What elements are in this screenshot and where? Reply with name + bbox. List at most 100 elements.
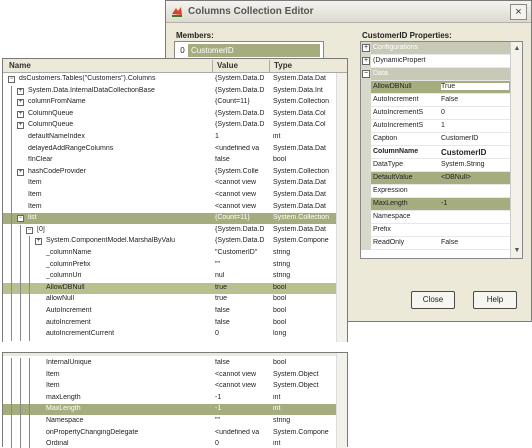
help-button[interactable]: Help <box>473 291 517 309</box>
expand-icon[interactable]: + <box>35 238 42 246</box>
watch-value: false <box>215 307 230 314</box>
property-name: AutoIncrement <box>373 96 419 103</box>
value-column-header[interactable]: Value <box>217 61 238 70</box>
collapse-icon[interactable]: − <box>8 76 15 83</box>
watch-row[interactable]: autoIncrement false bool <box>3 317 336 330</box>
property-row[interactable]: AutoIncrementS 1 <box>361 120 510 133</box>
watch-row[interactable]: onPropertyChangingDelegate <undefined va S… <box>3 427 336 440</box>
watch-scrollbar-continued[interactable] <box>336 353 347 448</box>
watch-row[interactable]: + ColumnQueue {System.Data.D System.Data.Co… <box>3 120 336 133</box>
property-value[interactable]: CustomerID <box>441 135 509 142</box>
property-row[interactable]: ReadOnly False <box>361 237 510 250</box>
watch-row[interactable]: _columnPrefix "" string <box>3 259 336 272</box>
property-row[interactable]: + (DynamicPropert <box>361 55 510 68</box>
property-value[interactable]: 1 <box>441 122 509 129</box>
watch-row[interactable]: + hashCodeProvider {System.Colle System.Col… <box>3 166 336 179</box>
expand-icon[interactable]: + <box>362 44 370 52</box>
scroll-down-icon[interactable]: ▼ <box>512 246 522 256</box>
watch-row[interactable]: AutoIncrement false bool <box>3 306 336 318</box>
watch-row[interactable]: MaxLength -1 int <box>3 404 336 417</box>
watch-row[interactable]: defaultNameIndex 1 int <box>3 132 336 144</box>
property-row[interactable]: AutoIncrementS 0 <box>361 107 510 120</box>
watch-row[interactable]: delayedAddRangeColumns <undefined va Syste… <box>3 143 336 156</box>
watch-row[interactable]: InternalUnique false bool <box>3 358 336 370</box>
expand-icon[interactable]: + <box>17 168 24 176</box>
watch-value: -1 <box>215 405 222 413</box>
collapse-icon[interactable]: − <box>17 215 24 223</box>
property-value[interactable]: False <box>441 96 509 103</box>
watch-row[interactable]: allowNull true bool <box>3 294 336 307</box>
watch-name: onPropertyChangingDelegate <box>46 428 139 436</box>
collapse-icon[interactable]: − <box>26 226 33 234</box>
property-value[interactable]: 0 <box>441 109 509 116</box>
property-row[interactable]: Caption CustomerID <box>361 133 510 146</box>
scroll-up-icon[interactable]: ▲ <box>512 44 522 54</box>
property-row[interactable]: Prefix <box>361 224 510 237</box>
name-column-header[interactable]: Name <box>9 61 31 70</box>
property-value[interactable]: System.String <box>441 161 509 168</box>
watch-name: list <box>28 214 37 222</box>
property-name: Configurations <box>373 44 419 51</box>
watch-row[interactable]: Item <cannot view System.Data.Dat <box>3 178 336 191</box>
expand-icon[interactable]: + <box>362 57 370 65</box>
watch-value: true <box>215 295 228 303</box>
watch-scrollbar[interactable] <box>336 73 347 369</box>
property-row[interactable]: MaxLength -1 <box>361 198 510 211</box>
expand-icon[interactable]: + <box>17 110 24 118</box>
title-bar[interactable]: Columns Collection Editor × <box>166 1 531 23</box>
expand-icon[interactable]: + <box>17 122 24 130</box>
watch-row[interactable]: Item <cannot view System.Data.Dat <box>3 201 336 214</box>
close-icon[interactable]: × <box>510 4 527 20</box>
type-column-header[interactable]: Type <box>274 61 292 70</box>
property-row[interactable]: + Configurations <box>361 42 510 55</box>
property-name: ColumnName <box>373 148 419 155</box>
property-grid-scrollbar[interactable]: ▲ ▼ <box>510 42 522 258</box>
property-value[interactable]: CustomerID <box>441 148 509 157</box>
member-item[interactable]: 0 CustomerID <box>177 44 320 57</box>
property-grid[interactable]: + Configurations + (DynamicPropert − Data Allo… <box>360 41 523 259</box>
property-row[interactable]: − Data <box>361 68 510 81</box>
property-value[interactable]: <DBNull> <box>441 174 509 181</box>
watch-value: <cannot view <box>215 370 257 378</box>
property-name: Data <box>373 70 388 77</box>
watch-row[interactable]: + columnFromName {Count=11} System.Collecti… <box>3 97 336 110</box>
close-button[interactable]: Close <box>411 291 455 309</box>
expand-icon[interactable]: + <box>17 87 24 95</box>
property-row[interactable]: Namespace <box>361 211 510 224</box>
watch-type: int <box>273 133 281 140</box>
watch-row[interactable]: + ColumnQueue {System.Data.D System.Data.Co… <box>3 108 336 121</box>
property-row[interactable]: ColumnName CustomerID <box>361 146 510 159</box>
expand-icon[interactable]: + <box>17 99 24 107</box>
property-row[interactable]: Expression <box>361 185 510 198</box>
watch-row[interactable]: AllowDBNull true bool <box>3 282 336 295</box>
watch-row[interactable]: _columnUri nul string <box>3 271 336 284</box>
property-value[interactable]: -1 <box>441 200 509 207</box>
watch-row[interactable]: + System.Data.InternalDataCollectionBase {… <box>3 85 336 98</box>
watch-row[interactable]: Item <cannot view System.Data.Dat <box>3 190 336 202</box>
members-label: Members: <box>176 31 214 40</box>
watch-row[interactable]: − [0] {System.Data.D System.Data.Dat <box>3 224 336 237</box>
property-name: AutoIncrementS <box>373 109 424 116</box>
watch-name: InternalUnique <box>46 359 92 366</box>
watch-row[interactable]: + System.ComponentModel.MarshalByValu {Sys… <box>3 236 336 249</box>
watch-name: Item <box>28 179 42 187</box>
property-row[interactable]: DefaultValue <DBNull> <box>361 172 510 185</box>
property-value[interactable]: True <box>441 83 509 90</box>
watch-name: Item <box>46 382 60 390</box>
property-row[interactable]: AutoIncrement False <box>361 94 510 107</box>
watch-value: {System.Data.D <box>215 75 265 82</box>
watch-row[interactable]: _columnName "CustomerID" string <box>3 248 336 260</box>
watch-row[interactable]: autoIncrementCurrent 0 long <box>3 329 336 342</box>
watch-value: {System.Data.D <box>215 121 265 129</box>
collapse-icon[interactable]: − <box>362 70 370 78</box>
watch-row[interactable]: − dsCustomers.Tables("Customers").Columns… <box>3 74 336 85</box>
property-value[interactable]: False <box>441 239 509 246</box>
watch-row[interactable]: − list {Count=11} System.Collection <box>3 213 336 226</box>
watch-row[interactable]: fInClear false bool <box>3 155 336 168</box>
property-row[interactable]: DataType System.String <box>361 159 510 172</box>
watch-row[interactable]: Item <cannot view System.Object <box>3 381 336 394</box>
property-row[interactable]: AllowDBNull True <box>361 81 510 94</box>
watch-row[interactable]: Namespace "" string <box>3 416 336 428</box>
watch-row[interactable]: maxLength -1 int <box>3 392 336 405</box>
watch-row[interactable]: Item <cannot view System.Object <box>3 369 336 382</box>
